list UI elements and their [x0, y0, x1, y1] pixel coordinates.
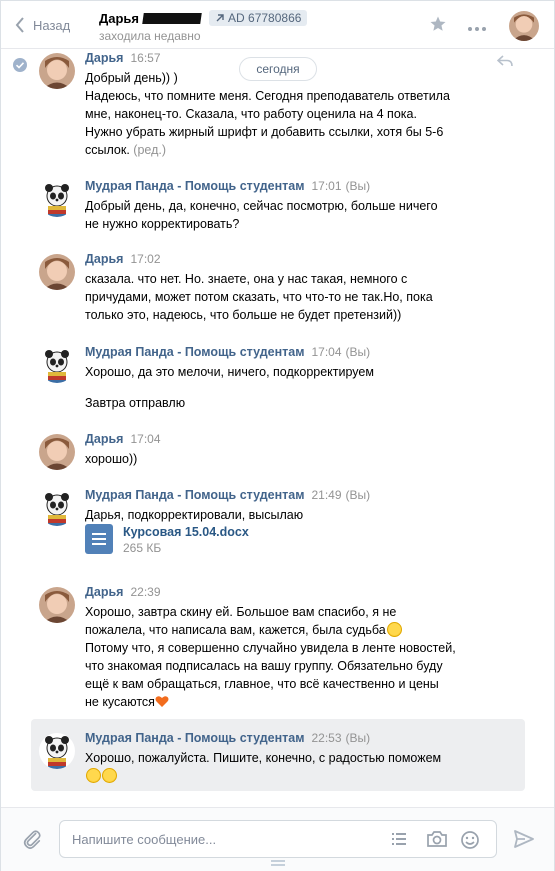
contact-name[interactable]: Дарья — [99, 11, 139, 26]
message-line: ещё к вам обращаться, главное, что всё к… — [85, 677, 439, 691]
message-author[interactable]: Мудрая Панда - Помощь студентам — [85, 345, 304, 359]
send-icon[interactable] — [514, 830, 534, 851]
message-author[interactable]: Дарья — [85, 51, 123, 65]
chevron-left-icon — [15, 17, 24, 33]
file-size: 265 КБ — [123, 541, 162, 555]
message-line: не кусаются — [85, 693, 485, 711]
heart-emoji-icon — [155, 696, 169, 707]
message-text: Хорошо, завтра скину ей. Большое вам спа… — [85, 603, 485, 711]
message-time[interactable]: 22:53 — [311, 731, 341, 745]
message-input[interactable] — [72, 829, 372, 849]
message-line — [85, 767, 485, 785]
message-line: Дарья, подкорректировали, высылаю — [85, 508, 304, 522]
paperclip-icon[interactable] — [21, 828, 43, 853]
avatar[interactable] — [39, 254, 75, 290]
message-time[interactable]: 22:39 — [130, 585, 160, 599]
message-line: Нужно убрать жирный шрифт и добавить ссы… — [85, 125, 444, 139]
date-divider: сегодня — [239, 57, 317, 81]
message-line-text: не кусаются — [85, 695, 155, 709]
message-text: Добрый день)) ) Надеюсь, что помните мен… — [85, 69, 485, 159]
back-button[interactable]: Назад — [15, 15, 70, 35]
ad-badge[interactable]: AD 67780866 — [209, 10, 308, 26]
message-line: причудами, может потом сказать, что что-… — [85, 290, 433, 304]
avatar[interactable] — [39, 490, 75, 526]
message-text: хорошо)) — [85, 450, 485, 468]
edited-label: (ред.) — [133, 143, 167, 157]
message-text: Добрый день, да, конечно, сейчас посмотр… — [85, 197, 485, 233]
message-time[interactable]: 16:57 — [130, 51, 160, 65]
avatar[interactable] — [39, 733, 75, 769]
message-time[interactable]: 17:01 — [311, 179, 341, 193]
message-line: Завтра отправлю — [85, 396, 186, 410]
message-line: Хорошо, завтра скину ей. Большое вам спа… — [85, 605, 397, 619]
star-icon[interactable] — [429, 15, 447, 36]
you-label: (Вы) — [345, 731, 371, 745]
message-line-text: пожалела, что написала вам, кажется, был… — [85, 623, 386, 637]
message-line — [85, 381, 485, 394]
you-label: (Вы) — [345, 488, 371, 502]
message-text: сказала. что нет. Но. знаете, она у нас … — [85, 270, 485, 324]
message-line: Потому что, я совершенно случайно увидел… — [85, 641, 456, 655]
contact-status: заходила недавно — [99, 29, 201, 43]
message-time[interactable]: 21:49 — [311, 488, 341, 502]
read-check-icon — [13, 58, 27, 72]
message-line: что знакомая подписалась на вашу группу.… — [85, 659, 443, 673]
message-line-text: ссылок. — [85, 143, 130, 157]
message-author[interactable]: Мудрая Панда - Помощь студентам — [85, 488, 304, 502]
chat-header: Назад Дарья AD 67780866 заходила недавно — [1, 1, 554, 49]
back-label: Назад — [33, 17, 71, 33]
avatar[interactable] — [39, 53, 75, 89]
message-time[interactable]: 17:04 — [130, 432, 160, 446]
message-line: Добрый день, да, конечно, сейчас посмотр… — [85, 199, 438, 213]
resize-grip-icon[interactable] — [271, 860, 285, 866]
message-text: Хорошо, пожалуйста. Пишите, конечно, с р… — [85, 749, 485, 785]
message-author[interactable]: Мудрая Панда - Помощь студентам — [85, 179, 304, 193]
ad-label: AD 67780866 — [228, 11, 302, 25]
message-line: Хорошо, да это мелочи, ничего, подкоррек… — [85, 365, 374, 379]
message-line: Хорошо, пожалуйста. Пишите, конечно, с р… — [85, 751, 442, 765]
avatar[interactable] — [39, 434, 75, 470]
more-options-icon[interactable] — [467, 21, 487, 35]
arrow-up-right-icon — [216, 14, 224, 22]
message-text: Хорошо, да это мелочи, ничего, подкоррек… — [85, 363, 485, 412]
message-text: Дарья, подкорректировали, высылаю — [85, 506, 485, 524]
message-line: сказала. что нет. Но. знаете, она у нас … — [85, 272, 408, 286]
file-name[interactable]: Курсовая 15.04.docx — [123, 524, 249, 540]
reply-icon[interactable] — [496, 55, 513, 70]
message-time[interactable]: 17:02 — [130, 252, 160, 266]
message-line: Надеюсь, что помните меня. Сегодня препо… — [85, 89, 450, 103]
message-line: хорошо)) — [85, 452, 138, 466]
chat-window: Назад Дарья AD 67780866 заходила недавно — [0, 0, 555, 871]
smiley-icon[interactable] — [460, 830, 480, 853]
message-input-box[interactable] — [59, 820, 497, 858]
message-line: мне, наконец-то. Сказала, что работу оце… — [85, 107, 417, 121]
message-author[interactable]: Дарья — [85, 432, 123, 446]
message-time[interactable]: 17:04 — [311, 345, 341, 359]
you-label: (Вы) — [345, 179, 371, 193]
smiling-face-emoji-icon — [102, 768, 117, 783]
message-line: ссылок. (ред.) — [85, 141, 485, 159]
avatar[interactable] — [39, 181, 75, 217]
message-author[interactable]: Дарья — [85, 585, 123, 599]
message-author[interactable]: Дарья — [85, 252, 123, 266]
avatar[interactable] — [39, 587, 75, 623]
contact-avatar[interactable] — [509, 11, 539, 41]
message-line: пожалела, что написала вам, кажется, был… — [85, 621, 485, 639]
message-author[interactable]: Мудрая Панда - Помощь студентам — [85, 731, 304, 745]
smiling-face-emoji-icon — [86, 768, 101, 783]
document-icon — [85, 524, 113, 554]
file-attachment[interactable]: Курсовая 15.04.docx 265 КБ — [85, 524, 249, 556]
template-list-icon[interactable] — [390, 830, 408, 851]
persevering-face-emoji-icon — [386, 622, 402, 637]
message-line: не нужно корректировать? — [85, 217, 240, 231]
camera-icon[interactable] — [426, 830, 448, 851]
message-line: только это, надеюсь, что больше не будет… — [85, 308, 402, 322]
redaction-mark — [142, 12, 202, 24]
you-label: (Вы) — [345, 345, 371, 359]
avatar[interactable] — [39, 347, 75, 383]
contact-info: Дарья AD 67780866 заходила недавно — [99, 9, 308, 43]
